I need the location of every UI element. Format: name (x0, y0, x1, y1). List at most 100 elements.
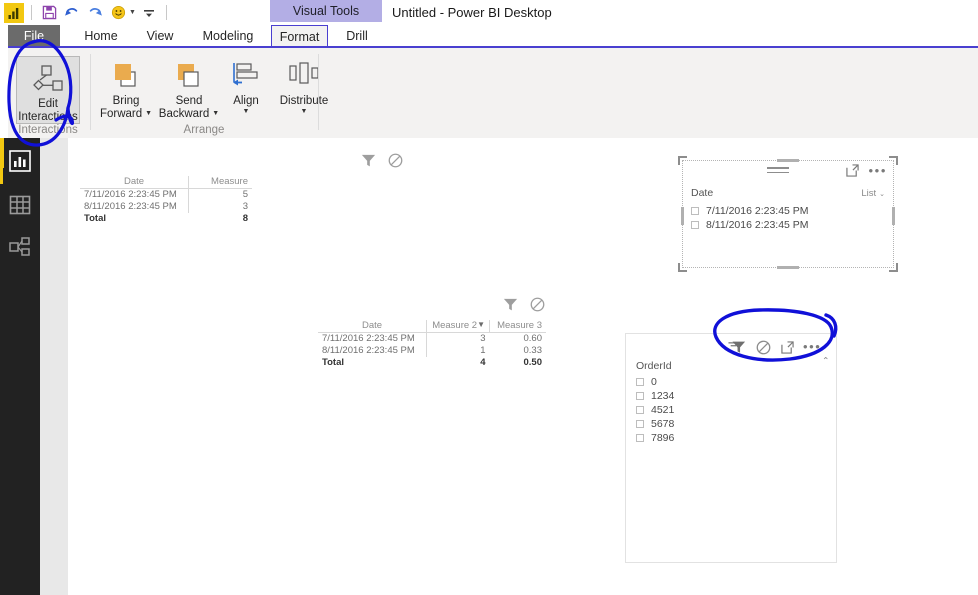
distribute-button[interactable]: Distribute ▼ (272, 58, 336, 116)
tab-modeling[interactable]: Modeling (190, 25, 266, 47)
smiley-dropdown-caret-icon[interactable]: ▼ (129, 9, 136, 16)
more-options-icon[interactable]: ••• (803, 340, 821, 353)
checkbox-icon[interactable] (636, 434, 644, 442)
cell-measure-2: 1 (480, 345, 486, 356)
list-item[interactable]: 5678 (636, 418, 674, 430)
distribute-icon (287, 58, 321, 92)
resize-handle-s[interactable] (777, 266, 799, 269)
table-measure-2-3-grid: Date Measure 2▼ Measure 3 7/11/2016 2:23… (318, 320, 546, 369)
table-visual-measure[interactable]: Date Measure 7/11/2016 2:23:45 PM 5 8/11… (80, 176, 252, 225)
ribbon: Edit Interactions Interactions Bring For… (8, 46, 978, 138)
checkbox-icon[interactable] (691, 207, 699, 215)
tab-file[interactable]: File (8, 25, 60, 47)
window-title: Untitled - Power BI Desktop (392, 5, 552, 20)
list-item[interactable]: 7896 (636, 432, 674, 444)
filter-interaction-icon[interactable] (502, 296, 519, 313)
slicer-item-label: 0 (651, 376, 657, 388)
slicer-visual-date-header-icons: ••• (845, 164, 887, 177)
filter-interaction-icon[interactable] (728, 338, 746, 356)
table-row[interactable]: 8/11/2016 2:23:45 PM 1 0.33 (318, 345, 546, 357)
table-row[interactable]: 8/11/2016 2:23:45 PM 3 (80, 201, 252, 213)
cell-measure: 3 (242, 201, 248, 212)
resize-handle-n[interactable] (777, 159, 799, 162)
ribbon-group-arrange: Bring Forward ▼ Send Backward ▼ Align ▼ … (92, 50, 328, 138)
cell-total-measure-2: 4 (480, 357, 486, 368)
column-header-date[interactable]: Date (318, 320, 427, 333)
list-item[interactable]: 7/11/2016 2:23:45 PM (691, 205, 809, 217)
tab-format[interactable]: Format (271, 25, 328, 47)
table-row[interactable]: 7/11/2016 2:23:45 PM 5 (80, 188, 252, 201)
resize-handle-se[interactable] (889, 263, 898, 272)
slicer-drag-handle[interactable] (767, 167, 789, 176)
tab-view[interactable]: View (136, 25, 184, 47)
column-header-date[interactable]: Date (80, 176, 189, 189)
cell-date: 8/11/2016 2:23:45 PM (318, 345, 427, 357)
sidebar-item-relationships[interactable] (0, 228, 40, 270)
align-button[interactable]: Align ▼ (224, 58, 268, 116)
checkbox-icon[interactable] (691, 221, 699, 229)
collapse-chevron-icon[interactable]: ⌄ (822, 354, 830, 365)
bring-forward-button[interactable]: Bring Forward ▼ (96, 58, 156, 120)
list-item[interactable]: 8/11/2016 2:23:45 PM (691, 219, 809, 231)
send-backward-button[interactable]: Send Backward ▼ (158, 58, 220, 120)
resize-handle-e[interactable] (892, 207, 895, 225)
focus-mode-icon[interactable] (845, 164, 859, 177)
list-item[interactable]: 4521 (636, 404, 674, 416)
title-bar: ▼ Visual Tools Untitled - Power BI Deskt… (0, 0, 978, 25)
none-interaction-icon[interactable] (755, 339, 772, 356)
column-header-measure-2[interactable]: Measure 2▼ (426, 320, 490, 333)
customize-quick-access-toolbar-icon[interactable] (139, 3, 159, 23)
bring-forward-dropdown-caret-icon[interactable]: ▼ (145, 110, 152, 118)
slicer-item-label: 1234 (651, 390, 675, 402)
tab-home[interactable]: Home (72, 25, 130, 47)
edit-interactions-icon (31, 61, 65, 95)
chevron-down-icon[interactable]: ⌄ (879, 190, 885, 198)
ribbon-group-label-arrange: Arrange (183, 124, 225, 136)
cell-measure: 5 (242, 189, 248, 200)
table-visual-measure-2-3[interactable]: Date Measure 2▼ Measure 3 7/11/2016 2:23… (318, 320, 546, 369)
data-grid-icon (9, 194, 31, 221)
focus-mode-icon[interactable] (781, 340, 794, 354)
redo-icon[interactable] (85, 3, 105, 23)
column-header-measure[interactable]: Measure (188, 176, 252, 189)
edit-interactions-button[interactable]: Edit Interactions (16, 56, 80, 124)
checkbox-icon[interactable] (636, 406, 644, 414)
cell-measure-3: 0.60 (523, 333, 543, 344)
checkbox-icon[interactable] (636, 392, 644, 400)
bring-forward-label-line2: Forward (99, 107, 143, 120)
undo-icon[interactable] (62, 3, 82, 23)
smiley-feedback-icon[interactable] (108, 3, 128, 23)
none-interaction-icon[interactable] (529, 296, 546, 313)
sidebar-item-report[interactable] (0, 142, 40, 184)
table-row[interactable]: 7/11/2016 2:23:45 PM 3 0.60 (318, 332, 546, 345)
checkbox-icon[interactable] (636, 378, 644, 386)
slicer-mode-selector[interactable]: List ⌄ (861, 188, 885, 199)
slicer-visual-date[interactable]: ••• Date List ⌄ 7/11/2016 2:23:45 PM 8/1… (678, 156, 898, 272)
resize-handle-nw[interactable] (678, 156, 687, 165)
filter-interaction-icon[interactable] (360, 152, 377, 169)
list-item[interactable]: 1234 (636, 390, 674, 402)
resize-handle-w[interactable] (681, 207, 684, 225)
slicer-visual-orderid[interactable]: ••• ⌄ OrderId 0 1234 4521 5678 7896 (625, 333, 837, 563)
column-header-measure-3[interactable]: Measure 3 (489, 320, 546, 333)
table-total-row: Total 8 (80, 213, 252, 225)
qat-divider (31, 5, 32, 20)
checkbox-icon[interactable] (636, 420, 644, 428)
sidebar-item-data[interactable] (0, 186, 40, 228)
tab-drill[interactable]: Drill (332, 25, 382, 47)
left-nav-rail (0, 138, 40, 595)
sort-descending-icon[interactable]: ▼ (477, 320, 485, 329)
resize-handle-ne[interactable] (889, 156, 898, 165)
cell-date: 7/11/2016 2:23:45 PM (318, 332, 427, 345)
power-bi-logo-icon (4, 2, 24, 23)
save-icon[interactable] (39, 3, 59, 23)
send-backward-dropdown-caret-icon[interactable]: ▼ (212, 110, 219, 118)
more-options-icon[interactable]: ••• (869, 164, 887, 177)
resize-handle-sw[interactable] (678, 263, 687, 272)
align-dropdown-caret-icon[interactable]: ▼ (243, 108, 250, 116)
distribute-dropdown-caret-icon[interactable]: ▼ (301, 108, 308, 116)
list-item[interactable]: 0 (636, 376, 674, 388)
bring-forward-label-line1: Bring (112, 95, 140, 107)
relationships-icon (9, 236, 31, 262)
none-interaction-icon[interactable] (387, 152, 404, 169)
